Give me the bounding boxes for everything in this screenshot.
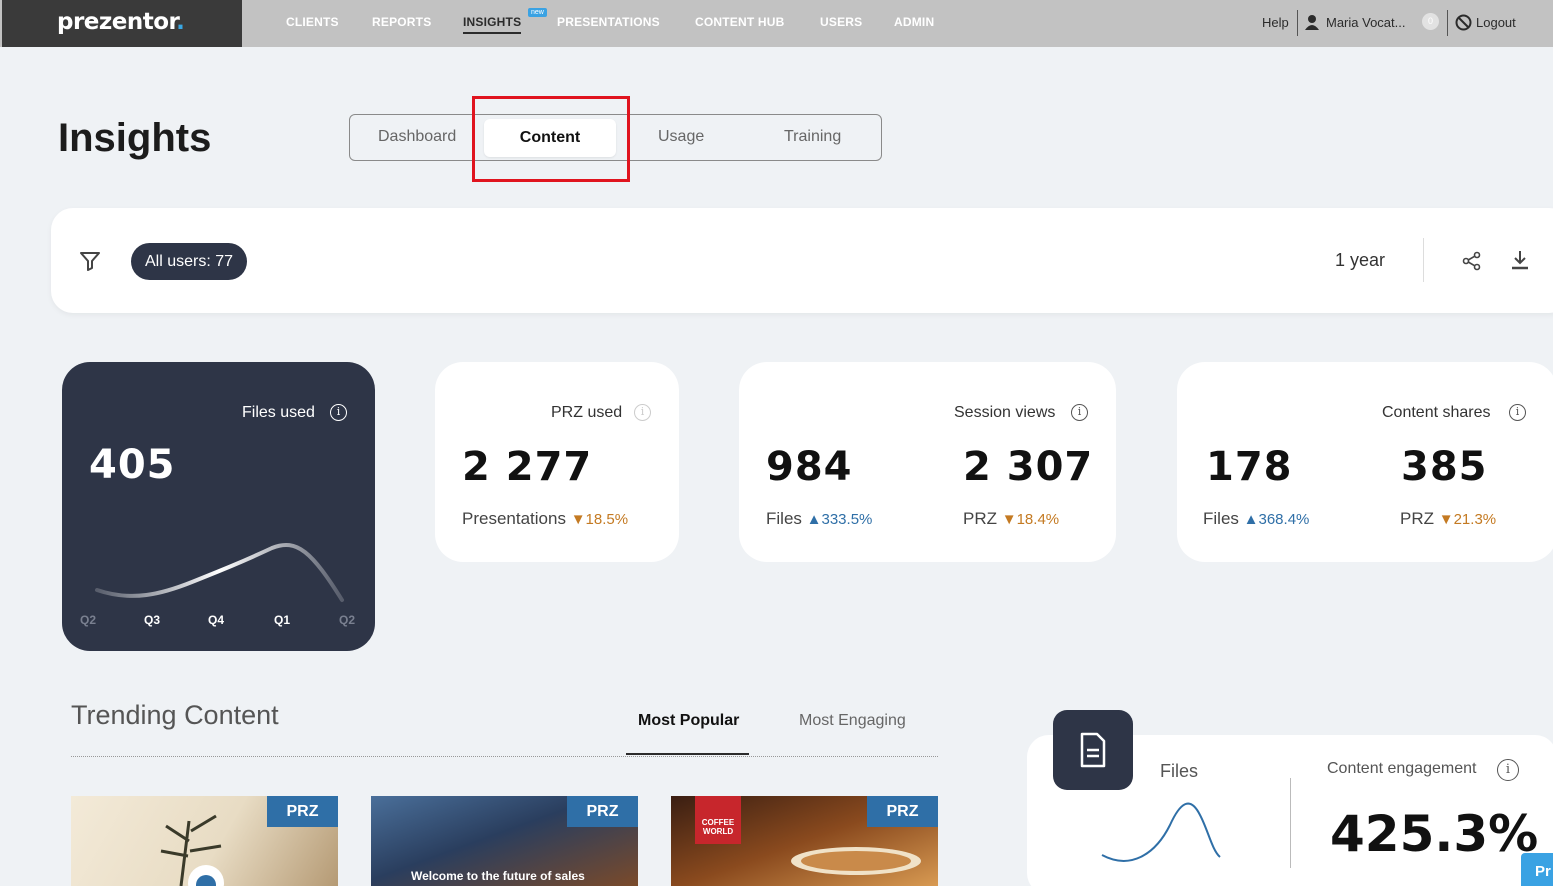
plant-image xyxy=(160,814,224,886)
coffee-cup-image xyxy=(791,847,921,875)
document-icon xyxy=(1080,732,1106,768)
document-button[interactable] xyxy=(1053,710,1133,790)
prz-tag: PRZ xyxy=(567,796,638,827)
content-thumbnail[interactable]: PRZ xyxy=(71,796,338,886)
share-icon[interactable] xyxy=(1462,251,1482,276)
user-menu[interactable]: Maria Vocat... xyxy=(1326,15,1405,30)
session-prz-value: 2 307 xyxy=(963,444,1094,490)
content-shares-card: Content shares i 178 385 Files ▲368.4% P… xyxy=(1177,362,1553,562)
info-icon[interactable]: i xyxy=(634,404,651,421)
trend-up-icon: ▲ xyxy=(806,511,822,528)
divider xyxy=(1423,238,1424,282)
quarter-label: Q1 xyxy=(274,613,291,627)
thumbnail-caption: Welcome to the future of sales xyxy=(411,869,585,883)
files-used-card: Files used i 405 Q2 Q3 Q4 Q1 Q2 xyxy=(62,362,375,651)
engagement-files-label: Files xyxy=(1160,761,1199,781)
quarter-label: Q4 xyxy=(208,613,225,627)
session-files-value: 984 xyxy=(766,444,853,490)
trend-up-icon: ▲ xyxy=(1243,511,1259,528)
nav-clients[interactable]: CLIENTS xyxy=(286,15,339,29)
info-icon[interactable]: i xyxy=(1509,404,1526,421)
coffee-world-logo: COFFEE WORLD xyxy=(695,796,741,844)
nav-insights[interactable]: INSIGHTS xyxy=(463,15,522,34)
divider xyxy=(1290,778,1291,868)
content-thumbnail[interactable]: COFFEE WORLD PRZ xyxy=(671,796,938,886)
engagement-sparkline xyxy=(1101,802,1221,862)
help-link[interactable]: Help xyxy=(1262,15,1289,30)
info-icon[interactable]: i xyxy=(1497,759,1519,781)
content-shares-label: Content shares xyxy=(1382,404,1491,421)
divider xyxy=(71,756,938,757)
nav-users[interactable]: USERS xyxy=(820,15,862,29)
users-filter-pill[interactable]: All users: 77 xyxy=(131,243,248,280)
period-selector[interactable]: 1 year xyxy=(1335,250,1385,271)
prz-used-card: PRZ used i 2 277 Presentations ▼18.5% xyxy=(435,362,679,562)
nav-reports[interactable]: REPORTS xyxy=(372,15,431,29)
filter-icon[interactable] xyxy=(79,251,101,276)
info-icon[interactable]: i xyxy=(330,404,347,421)
files-used-value: 405 xyxy=(89,442,176,488)
trend-down-icon: ▼ xyxy=(570,511,586,528)
highlight-annotation xyxy=(472,96,630,182)
notification-count[interactable]: 0 xyxy=(1422,13,1439,30)
session-views-label: Session views xyxy=(954,404,1056,421)
quarter-label: Q2 xyxy=(339,613,356,627)
floating-button[interactable]: Pr xyxy=(1521,853,1553,886)
quarter-label: Q2 xyxy=(80,613,97,627)
tab-dashboard[interactable]: Dashboard xyxy=(378,128,456,146)
session-views-card: Session views i 984 2 307 Files ▲333.5% … xyxy=(739,362,1116,562)
top-bar: prezentor. CLIENTS REPORTS INSIGHTS new … xyxy=(0,0,1553,47)
session-prz-sub: PRZ ▼18.4% xyxy=(963,509,1060,528)
app-logo[interactable]: prezentor. xyxy=(2,0,242,47)
tab-most-engaging[interactable]: Most Engaging xyxy=(799,712,906,730)
nav-content-hub[interactable]: CONTENT HUB xyxy=(695,15,785,29)
new-badge: new xyxy=(528,8,547,17)
prz-used-label: PRZ used xyxy=(551,404,623,421)
page-title: Insights xyxy=(58,116,212,160)
nav-admin[interactable]: ADMIN xyxy=(894,15,934,29)
info-icon[interactable]: i xyxy=(1071,404,1088,421)
user-icon xyxy=(1305,14,1319,35)
tab-most-popular[interactable]: Most Popular xyxy=(638,712,739,730)
content-engagement-label: Content engagement xyxy=(1327,760,1477,777)
active-tab-indicator xyxy=(626,753,749,755)
shares-files-value: 178 xyxy=(1206,444,1293,490)
prz-used-value: 2 277 xyxy=(462,444,593,490)
nav-presentations[interactable]: PRESENTATIONS xyxy=(557,15,660,29)
logout-icon[interactable] xyxy=(1455,14,1472,36)
prz-tag: PRZ xyxy=(267,796,338,827)
trending-title: Trending Content xyxy=(71,700,279,730)
shares-prz-sub: PRZ ▼21.3% xyxy=(1400,509,1497,528)
download-icon[interactable] xyxy=(1510,249,1530,276)
filter-bar: All users: 77 1 year xyxy=(51,208,1553,313)
shares-files-sub: Files ▲368.4% xyxy=(1203,509,1310,528)
trend-down-icon: ▼ xyxy=(1001,511,1017,528)
trend-down-icon: ▼ xyxy=(1438,511,1454,528)
files-used-label: Files used xyxy=(242,404,315,421)
files-used-sparkline xyxy=(95,542,344,602)
content-engagement-value: 425.3% xyxy=(1330,805,1539,863)
prz-tag: PRZ xyxy=(867,796,938,827)
tab-training[interactable]: Training xyxy=(784,128,841,146)
tab-usage[interactable]: Usage xyxy=(658,128,704,146)
logout-link[interactable]: Logout xyxy=(1476,15,1516,30)
session-files-sub: Files ▲333.5% xyxy=(766,509,873,528)
divider xyxy=(1447,10,1448,36)
divider xyxy=(1297,10,1298,36)
quarter-label: Q3 xyxy=(144,613,161,627)
content-thumbnail[interactable]: Welcome to the future of sales PRZ xyxy=(371,796,638,886)
prz-used-sublabel: Presentations ▼18.5% xyxy=(462,509,629,528)
prz-used-change: 18.5% xyxy=(585,511,629,528)
shares-prz-value: 385 xyxy=(1401,444,1488,490)
